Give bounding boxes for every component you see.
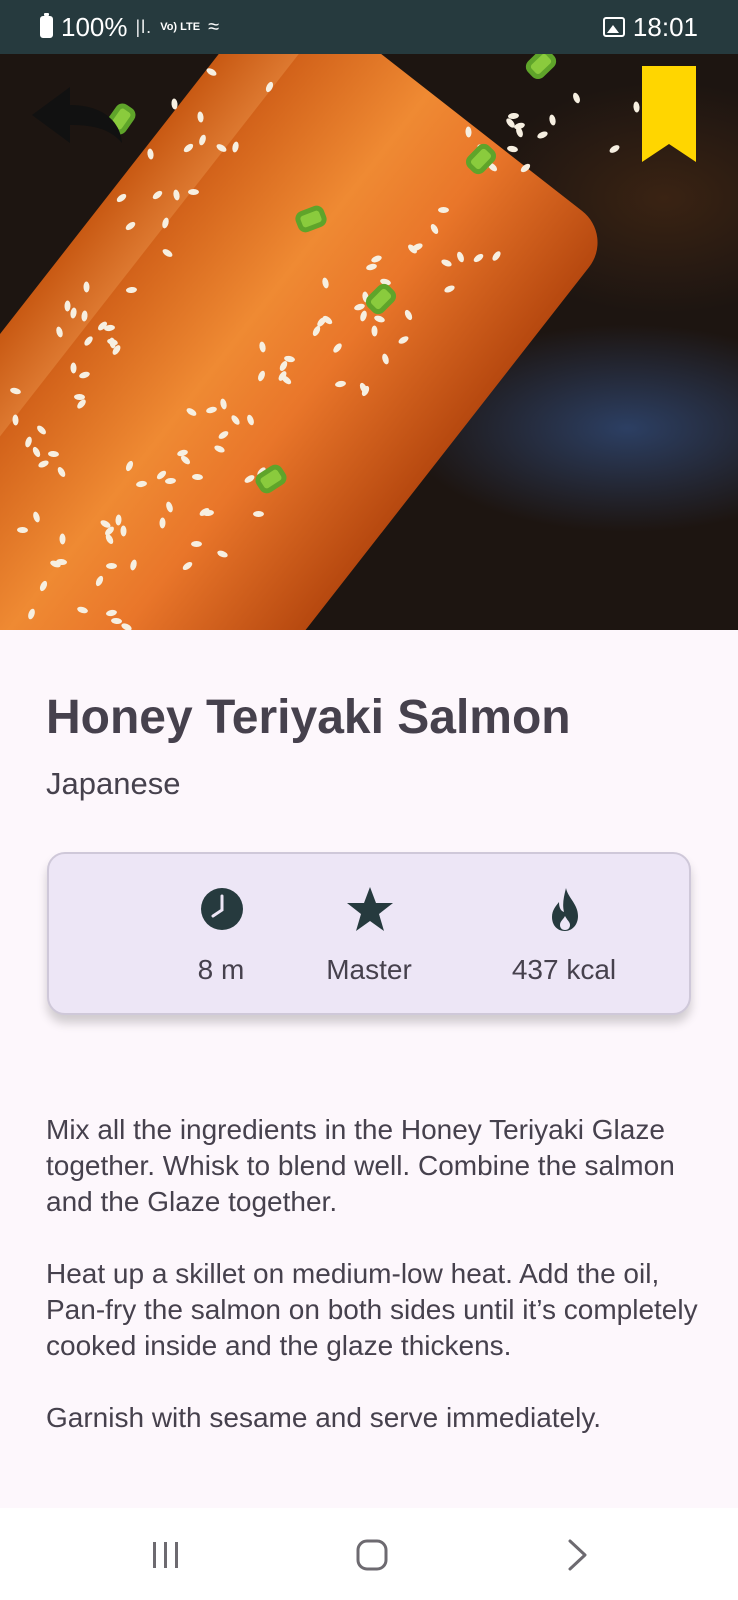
sesame-seed xyxy=(536,130,549,141)
home-button[interactable] xyxy=(342,1530,402,1580)
sesame-seed xyxy=(83,281,90,293)
battery-level: 100% xyxy=(61,11,128,42)
sesame-seed xyxy=(506,144,519,153)
recent-apps-button[interactable] xyxy=(136,1530,196,1580)
sesame-seed xyxy=(106,563,118,570)
green-onion xyxy=(522,54,560,83)
home-icon xyxy=(356,1539,388,1571)
sesame-seed xyxy=(188,188,200,195)
back-arrow-icon xyxy=(32,87,122,143)
recipe-title: Honey Teriyaki Salmon xyxy=(46,691,571,744)
lte-label: Vo) LTE xyxy=(160,20,201,33)
back-nav-button[interactable] xyxy=(548,1530,608,1580)
sesame-seed xyxy=(59,533,66,545)
sesame-seed xyxy=(190,540,202,547)
signal-icon: |l. xyxy=(135,16,153,37)
sesame-seed xyxy=(608,144,621,155)
flame-icon xyxy=(552,888,578,931)
battery-icon xyxy=(40,13,53,38)
chevron-right-icon xyxy=(568,1539,587,1571)
gallery-notification-icon xyxy=(602,17,625,37)
sesame-seed xyxy=(64,300,71,312)
sesame-seed xyxy=(632,101,640,113)
sesame-seed xyxy=(371,324,378,337)
sesame-seed xyxy=(253,511,265,518)
star-icon xyxy=(347,887,393,931)
sesame-seed xyxy=(464,126,472,138)
sesame-seed xyxy=(571,91,582,105)
sesame-seed xyxy=(191,473,204,480)
sesame-seed xyxy=(120,525,127,537)
sesame-seed xyxy=(438,207,450,214)
difficulty-stat: Master xyxy=(269,854,469,1017)
clock-icon xyxy=(201,888,243,930)
calories-value: 437 kcal xyxy=(511,954,617,985)
recent-apps-icon xyxy=(153,1542,178,1568)
recipe-stats-card: 8 m Master 437 kcal xyxy=(47,852,691,1015)
recipe-instructions: Mix all the ingredients in the Honey Ter… xyxy=(46,1112,706,1472)
status-left: 100% |l. Vo) LTE ≈ xyxy=(40,12,219,43)
clock-time: 18:01 xyxy=(632,11,698,42)
instruction-paragraph: Heat up a skillet on medium-low heat. Ad… xyxy=(46,1258,698,1361)
calories-stat: 437 kcal xyxy=(464,854,664,1017)
wifi-icon: ≈ xyxy=(208,15,220,38)
status-bar: 100% |l. Vo) LTE ≈ 18:01 xyxy=(0,0,738,54)
difficulty-value: Master xyxy=(326,954,412,985)
instruction-paragraph: Mix all the ingredients in the Honey Ter… xyxy=(46,1114,675,1217)
recipe-cuisine: Japanese xyxy=(46,766,181,801)
sesame-seed xyxy=(548,114,557,127)
bookmark-button[interactable] xyxy=(642,66,696,162)
system-nav-bar xyxy=(0,1508,738,1600)
instruction-paragraph: Garnish with sesame and serve immediatel… xyxy=(46,1402,602,1433)
status-right: 18:01 xyxy=(602,11,698,43)
bookmark-icon xyxy=(642,66,696,162)
back-button[interactable] xyxy=(28,84,128,150)
